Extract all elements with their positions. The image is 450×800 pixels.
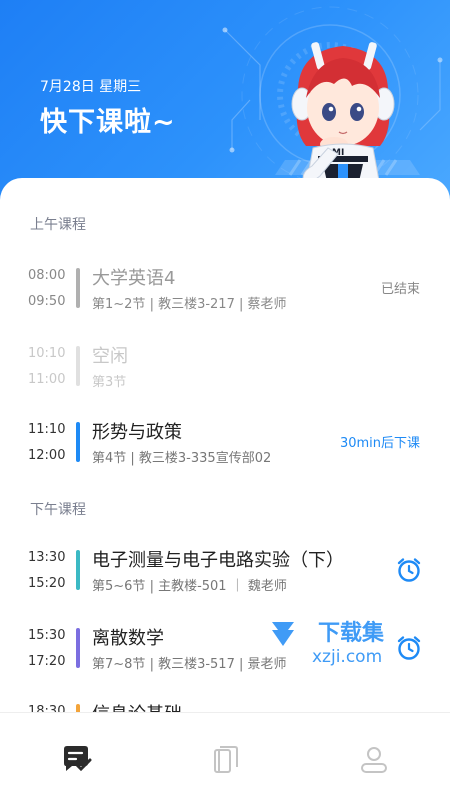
section-title-afternoon: 下午课程: [30, 502, 86, 518]
course-color-bar: [76, 628, 80, 668]
header-banner: 7月28日 星期三 快下课啦~ MI: [0, 0, 450, 200]
course-item-current[interactable]: 11:10 12:00 形势与政策 第4节 | 教三楼3-335宣传部02 30…: [0, 418, 450, 478]
course-end-time: 12:00: [28, 448, 66, 463]
course-color-bar: [76, 550, 80, 590]
download-arrow-icon: [272, 622, 294, 646]
course-end-time: 15:20: [28, 576, 66, 591]
course-status: 已结束: [380, 282, 420, 297]
course-name: 大学英语4: [92, 268, 176, 289]
course-start-time: 10:10: [28, 346, 66, 361]
course-info: 第1~2节 | 教三楼3-217 | 蔡老师: [92, 297, 287, 312]
course-name: 离散数学: [92, 628, 164, 649]
watermark-url: xzji.com: [312, 647, 382, 667]
books-icon[interactable]: [210, 743, 242, 775]
course-end-time: 11:00: [28, 372, 66, 387]
alarm-clock-icon[interactable]: [395, 556, 423, 584]
course-start-time: 11:10: [28, 422, 66, 437]
course-name: 电子测量与电子电路实验（下）: [92, 550, 344, 571]
course-info: 第5~6节 | 主教楼-501 ｜ 魏老师: [92, 579, 287, 594]
course-start-time: 13:30: [28, 550, 66, 565]
course-name: 形势与政策: [92, 422, 182, 443]
course-item[interactable]: 08:00 09:50 大学英语4 第1~2节 | 教三楼3-217 | 蔡老师…: [0, 264, 450, 324]
course-color-bar: [76, 422, 80, 462]
course-item[interactable]: 13:30 15:20 电子测量与电子电路实验（下） 第5~6节 | 主教楼-5…: [0, 546, 450, 606]
mascot-illustration: MI: [291, 42, 395, 187]
course-item-free: 10:10 11:00 空闲 第3节: [0, 342, 450, 402]
course-info: 第3节: [92, 375, 127, 390]
course-end-time: 17:20: [28, 654, 66, 669]
bottom-tab-bar: [0, 712, 450, 800]
course-name: 空闲: [92, 346, 128, 367]
course-start-time: 15:30: [28, 628, 66, 643]
site-watermark: 下载集 xzji.com: [272, 620, 385, 667]
date-label: 7月28日 星期三: [40, 79, 142, 95]
course-countdown: 30min后下课: [339, 436, 420, 451]
course-end-time: 09:50: [28, 294, 66, 309]
watermark-title: 下载集: [318, 620, 385, 646]
section-title-morning: 上午课程: [30, 217, 86, 233]
course-info: 第4节 | 教三楼3-335宣传部02: [92, 451, 272, 466]
greeting-title: 快下课啦~: [40, 107, 176, 138]
course-color-bar: [76, 346, 80, 386]
schedule-check-icon[interactable]: [60, 743, 92, 775]
course-start-time: 08:00: [28, 268, 66, 283]
course-info: 第7~8节 | 教三楼3-517 | 景老师: [92, 657, 287, 672]
course-color-bar: [76, 268, 80, 308]
profile-icon[interactable]: [358, 743, 390, 775]
